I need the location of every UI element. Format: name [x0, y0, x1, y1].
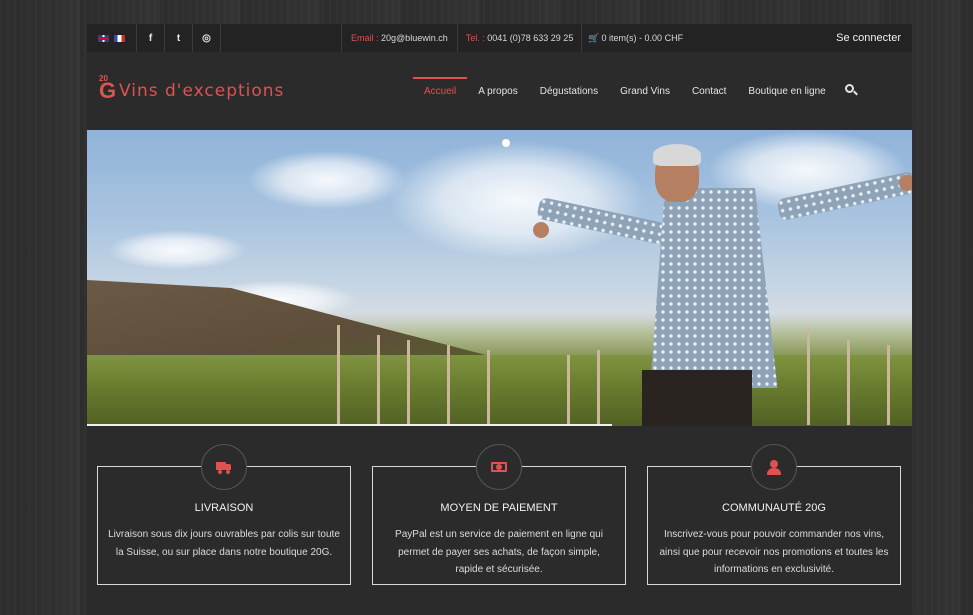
feature-title: MOYEN DE PAIEMENT	[440, 502, 558, 514]
cloud	[247, 150, 407, 210]
person-pants	[642, 370, 752, 426]
slider-dot[interactable]	[502, 139, 510, 147]
vine-stake	[487, 350, 490, 425]
nav-item-boutique[interactable]: Boutique en ligne	[737, 78, 836, 104]
user-icon	[751, 444, 797, 490]
login-link[interactable]: Se connecter	[836, 24, 901, 52]
hero-slider[interactable]	[87, 130, 912, 426]
twitter-icon[interactable]: t	[165, 24, 193, 52]
feature-title: LIVRAISON	[194, 502, 254, 514]
uk-flag-icon[interactable]	[98, 34, 109, 42]
feature-communaute: COMMUNAUTÉ 20G Inscrivez-vous pour pouvo…	[647, 444, 901, 585]
instagram-icon[interactable]: ◎	[193, 24, 221, 52]
search-icon-handle	[852, 90, 858, 96]
facebook-icon[interactable]: f	[137, 24, 165, 52]
nav-item-a-propos[interactable]: A propos	[467, 78, 528, 104]
person-shirt	[650, 188, 778, 388]
vine-stake	[337, 325, 340, 425]
language-switcher	[87, 24, 137, 52]
contact-email: Email : 20g@bluewin.ch	[342, 24, 458, 52]
nav-item-contact[interactable]: Contact	[681, 78, 737, 104]
nav-item-accueil[interactable]: Accueil	[413, 77, 468, 104]
main-nav: Accueil A propos Dégustations Grand Vins…	[413, 77, 859, 104]
nav-item-grand-vins[interactable]: Grand Vins	[609, 78, 681, 104]
person-hand-right	[899, 175, 912, 191]
vine-stake	[407, 340, 410, 425]
email-label: Email :	[351, 33, 379, 43]
truck-icon-wheel	[218, 470, 222, 474]
feature-paiement: MOYEN DE PAIEMENT PayPal est un service …	[372, 444, 626, 585]
cart-summary[interactable]: 🛒 0 item(s) - 0.00 CHF	[582, 24, 689, 52]
truck-icon	[201, 444, 247, 490]
feature-text: PayPal est un service de paiement en lig…	[395, 529, 603, 575]
person-hand-left	[533, 222, 549, 238]
top-bar-spacer	[221, 24, 342, 52]
feature-text: Livraison sous dix jours ouvrables par c…	[108, 529, 340, 558]
user-icon-head	[770, 460, 778, 468]
vine-stake	[567, 355, 570, 425]
cart-text: 0 item(s) - 0.00 CHF	[601, 33, 684, 43]
vine-stake	[597, 350, 600, 425]
fr-flag-icon[interactable]	[114, 34, 125, 42]
truck-icon-shape	[216, 460, 232, 474]
vineyard	[87, 355, 912, 426]
money-icon-coin	[496, 464, 502, 470]
tel-value: 0041 (0)78 633 29 25	[487, 33, 574, 43]
contact-phone: Tel. : 0041 (0)78 633 29 25	[458, 24, 583, 52]
cart-icon: 🛒	[588, 32, 600, 43]
site-header: 20 G Vins d'exceptions Accueil A propos …	[87, 52, 912, 130]
vine-stake	[807, 330, 810, 425]
truck-icon-wheel	[226, 470, 230, 474]
slider-progress-bar	[87, 424, 612, 426]
feature-livraison: LIVRAISON Livraison sous dix jours ouvra…	[97, 444, 351, 585]
user-icon-body	[767, 468, 781, 475]
tel-label: Tel. :	[465, 33, 485, 43]
site-logo[interactable]: 20 G Vins d'exceptions	[99, 74, 284, 104]
top-bar: f t ◎ Email : 20g@bluewin.ch Tel. : 0041…	[87, 24, 912, 52]
logo-g: G	[99, 78, 117, 103]
feature-text: Inscrivez-vous pour pouvoir commander no…	[659, 529, 889, 575]
truck-icon-body	[216, 462, 226, 470]
vine-stake	[447, 345, 450, 425]
cloud	[387, 140, 647, 260]
search-icon[interactable]	[844, 84, 859, 98]
vine-stake	[377, 335, 380, 425]
email-link[interactable]: 20g@bluewin.ch	[381, 33, 448, 43]
user-icon-shape	[766, 460, 782, 475]
logo-text: Vins d'exceptions	[119, 81, 285, 101]
person-hair	[653, 144, 701, 166]
vine-stake	[847, 340, 850, 425]
page-container: f t ◎ Email : 20g@bluewin.ch Tel. : 0041…	[87, 24, 912, 615]
cloud	[107, 230, 247, 270]
money-icon-shape	[491, 460, 507, 474]
nav-item-degustations[interactable]: Dégustations	[529, 78, 609, 104]
feature-title: COMMUNAUTÉ 20G	[722, 502, 826, 514]
logo-mark: 20 G	[99, 74, 119, 104]
vine-stake	[887, 345, 890, 425]
money-icon	[476, 444, 522, 490]
